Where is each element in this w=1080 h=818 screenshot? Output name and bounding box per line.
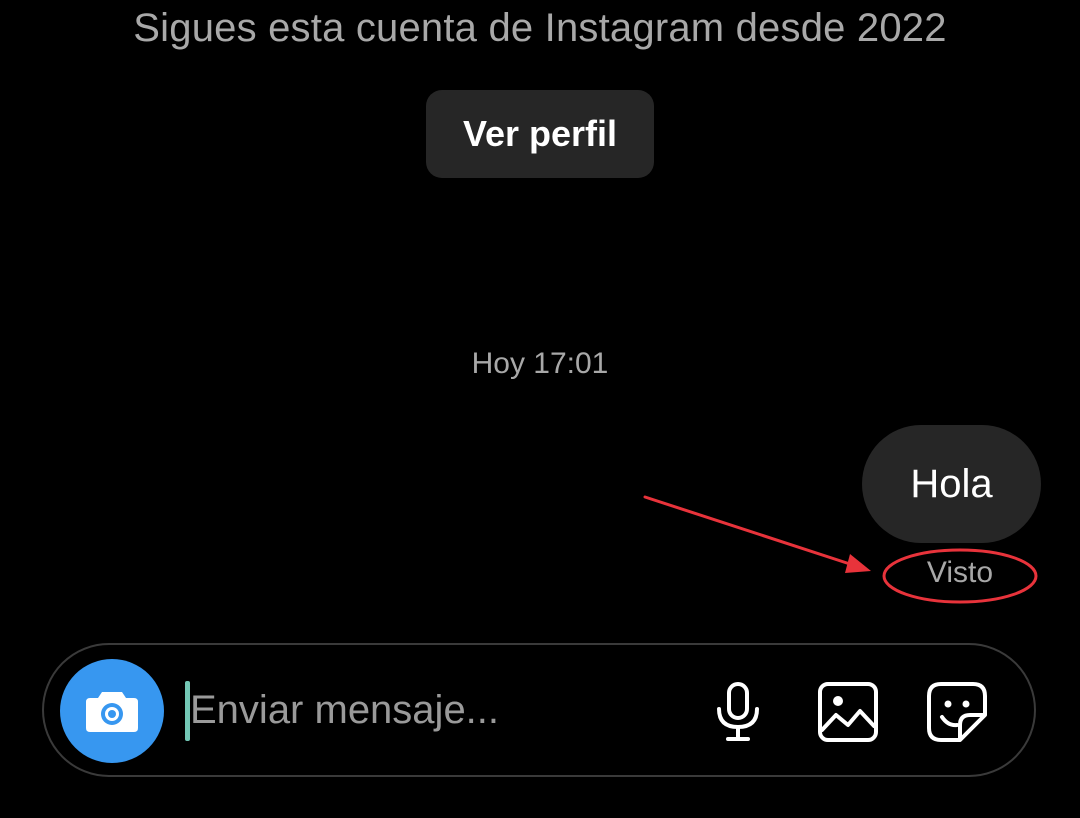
microphone-icon — [717, 682, 759, 741]
annotation-arrowhead — [845, 554, 871, 573]
image-icon — [818, 682, 878, 742]
sent-message-bubble[interactable]: Hola — [862, 425, 1041, 543]
message-input[interactable] — [190, 675, 690, 745]
view-profile-button[interactable]: Ver perfil — [426, 90, 654, 178]
message-timestamp: Hoy 17:01 — [471, 347, 609, 380]
message-text: Hola — [910, 461, 993, 506]
sticker-icon — [927, 682, 987, 742]
camera-icon — [86, 692, 138, 732]
annotation-arrow — [643, 495, 855, 567]
follow-since-note: Sigues esta cuenta de Instagram desde 20… — [133, 6, 947, 50]
voice-message-button[interactable] — [705, 679, 771, 745]
gallery-button[interactable] — [815, 679, 881, 745]
message-composer — [42, 643, 1036, 777]
camera-button[interactable] — [60, 659, 164, 763]
sticker-button[interactable] — [924, 679, 990, 745]
seen-status-label: Visto — [926, 556, 994, 589]
